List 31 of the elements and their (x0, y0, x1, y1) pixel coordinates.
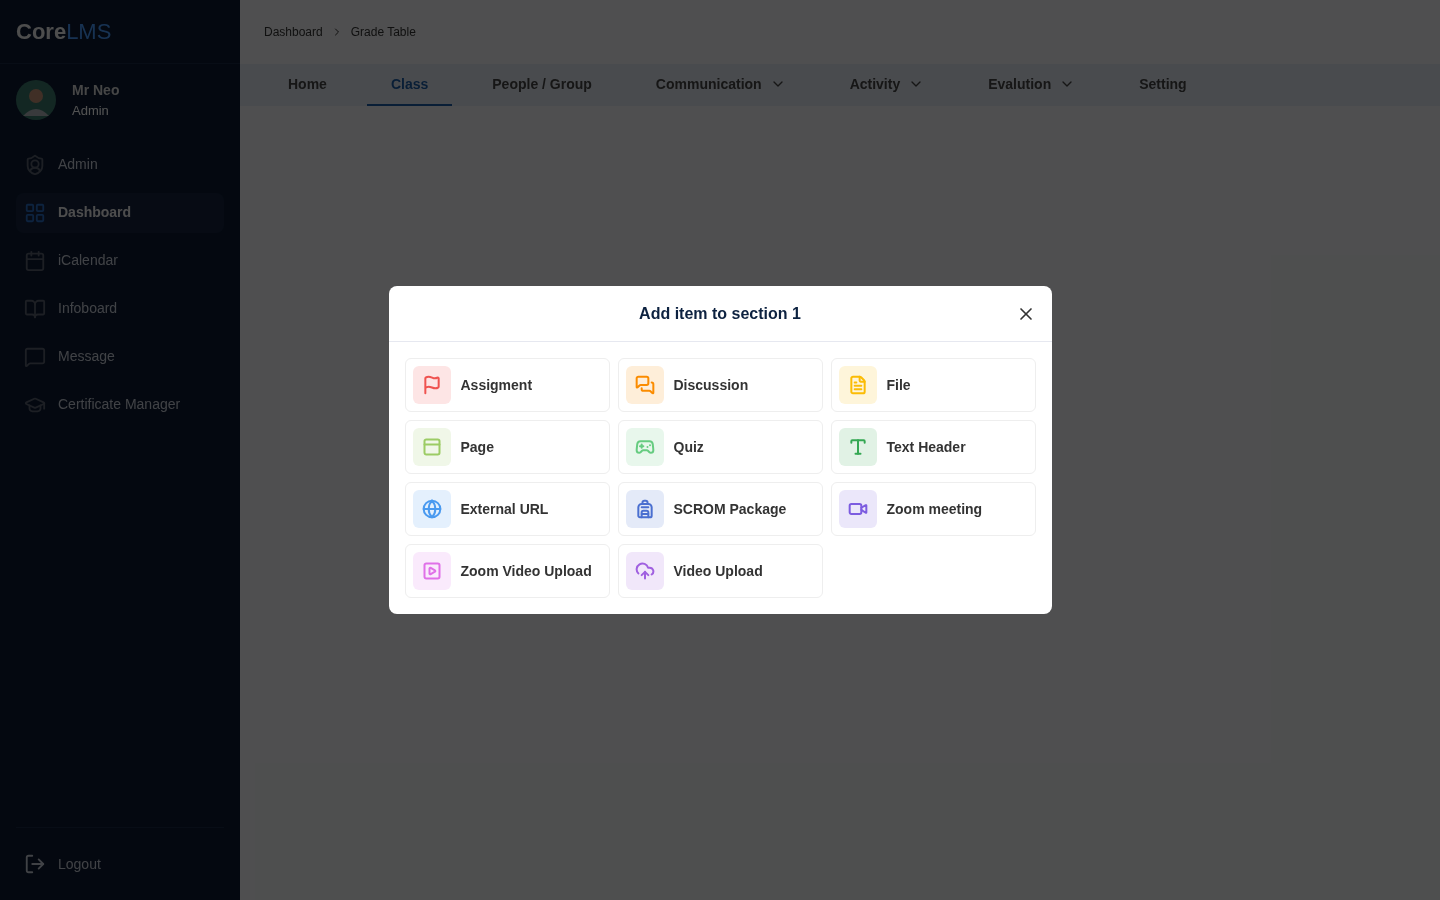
nav-tab[interactable]: Communication (631, 64, 810, 106)
item-option[interactable]: Zoom meeting (830, 482, 1036, 536)
shield-user-icon (24, 153, 46, 176)
item-option[interactable]: Discussion (617, 358, 823, 412)
item-option[interactable]: Page (404, 420, 610, 474)
nav-tab[interactable]: Evalution (964, 64, 1100, 106)
nav-tab[interactable]: People / Group (468, 64, 616, 106)
nav-tab[interactable]: Activity (825, 64, 949, 106)
item-option[interactable]: File (830, 358, 1036, 412)
avatar (16, 80, 56, 121)
dialog-title: Add item to section 1 (639, 303, 801, 324)
breadcrumb-link[interactable]: Grade Table (350, 23, 416, 41)
item-option[interactable]: Text Header (830, 420, 1036, 474)
item-option[interactable]: Assigment (404, 358, 610, 412)
item-option[interactable]: Zoom Video Upload (404, 544, 610, 598)
user-name: Mr Neo (72, 81, 120, 100)
nav-tab[interactable]: Class (366, 64, 453, 106)
logout-icon (24, 853, 46, 875)
item-option[interactable]: SCROM Package (617, 482, 823, 536)
chat-icon (24, 345, 46, 368)
logo: CoreLMS (16, 18, 112, 46)
grid-icon (24, 201, 46, 224)
item-option[interactable]: External URL (404, 482, 610, 536)
sidebar-item[interactable]: Dashboard (16, 192, 224, 233)
nav-tab[interactable]: Setting (1115, 64, 1211, 106)
breadcrumb-link[interactable]: Dashboard (264, 23, 323, 41)
user-role: Admin (72, 102, 110, 120)
nav-tab[interactable]: Home (264, 64, 351, 106)
item-option[interactable]: Video Upload (617, 544, 823, 598)
item-option[interactable]: Quiz (617, 420, 823, 474)
calendar-icon (24, 249, 46, 272)
